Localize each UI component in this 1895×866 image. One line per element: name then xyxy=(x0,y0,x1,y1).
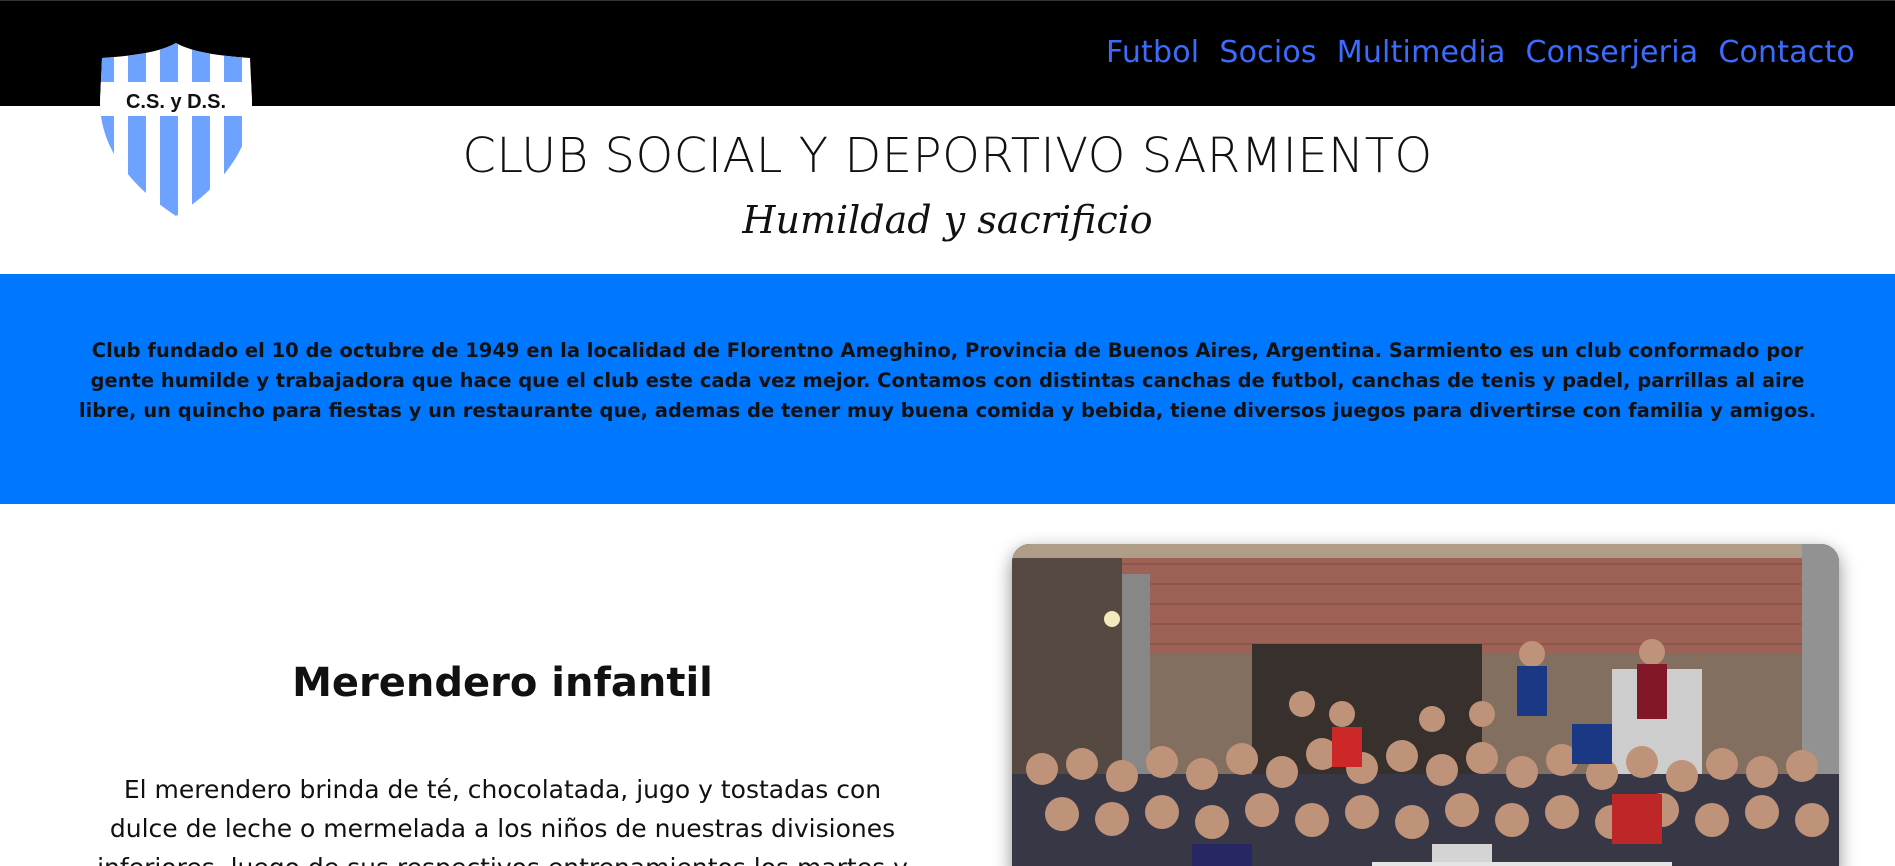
page-subtitle: Humildad y sacrificio xyxy=(742,198,1153,242)
nav-link-socios[interactable]: Socios xyxy=(1219,35,1316,70)
shield-icon xyxy=(100,43,252,216)
top-navbar: Futbol Socios Multimedia Conserjeria Con… xyxy=(0,0,1895,106)
title-section: CLUB SOCIAL Y DEPORTIVO SARMIENTO Humild… xyxy=(0,106,1895,274)
club-logo[interactable]: C.S. y D.S. xyxy=(96,40,256,218)
merendero-text: El merendero brinda de té, chocolatada, … xyxy=(97,775,908,866)
nav-link-conserjeria[interactable]: Conserjeria xyxy=(1526,35,1699,70)
page-title: CLUB SOCIAL Y DEPORTIVO SARMIENTO xyxy=(462,128,1433,184)
main-nav: Futbol Socios Multimedia Conserjeria Con… xyxy=(1086,35,1855,70)
about-band: Club fundado el 10 de octubre de 1949 en… xyxy=(0,274,1895,504)
nav-link-contacto[interactable]: Contacto xyxy=(1718,35,1855,70)
nav-link-futbol[interactable]: Futbol xyxy=(1106,35,1199,70)
merendero-photo xyxy=(1012,544,1839,866)
nav-link-multimedia[interactable]: Multimedia xyxy=(1337,35,1506,70)
about-text: Club fundado el 10 de octubre de 1949 en… xyxy=(78,339,1817,422)
merendero-title: Merendero infantil xyxy=(292,660,713,706)
children-group-image xyxy=(1012,544,1839,866)
logo-text: C.S. y D.S. xyxy=(126,91,226,113)
